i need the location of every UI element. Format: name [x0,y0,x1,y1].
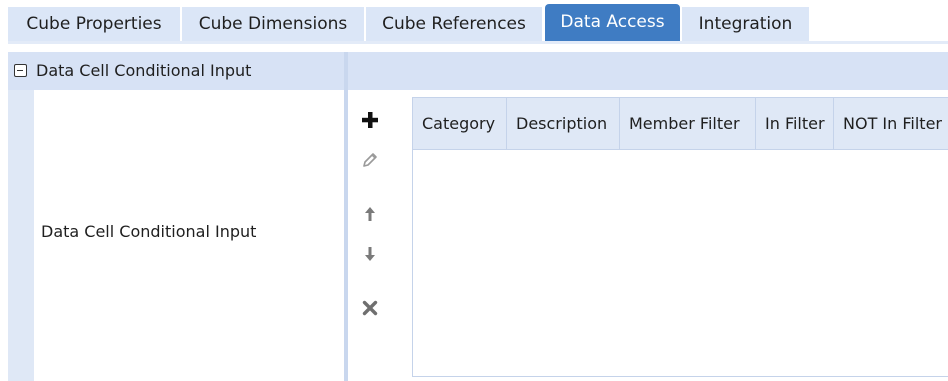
panel-divider[interactable] [344,52,348,381]
section-title: Data Cell Conditional Input [36,61,252,80]
delete-icon[interactable] [360,298,380,318]
column-header-category[interactable]: Category [413,98,507,149]
collapse-icon[interactable] [14,64,27,77]
pencil-icon[interactable] [360,150,380,170]
column-header-member-filter[interactable]: Member Filter [620,98,756,149]
conditional-input-grid[interactable]: Category Description Member Filter In Fi… [412,97,948,377]
column-header-description[interactable]: Description [507,98,620,149]
section-header[interactable]: Data Cell Conditional Input [8,52,948,90]
tab-bar: Cube Properties Cube Dimensions Cube Ref… [0,0,948,44]
grid-header: Category Description Member Filter In Fi… [413,98,948,150]
tab-data-access[interactable]: Data Access [545,4,680,42]
tab-integration[interactable]: Integration [682,7,809,41]
tab-cube-dimensions[interactable]: Cube Dimensions [182,7,364,41]
column-header-in-filter[interactable]: In Filter [756,98,834,149]
tab-cube-references[interactable]: Cube References [366,7,542,41]
column-header-not-in-filter[interactable]: NOT In Filter [834,98,948,149]
property-label: Data Cell Conditional Input [41,222,257,241]
tab-underline [8,41,948,44]
tab-cube-properties[interactable]: Cube Properties [8,7,180,41]
add-icon[interactable] [360,110,380,130]
section-left-strip [8,90,34,381]
arrow-up-icon[interactable] [360,204,380,224]
arrow-down-icon[interactable] [360,244,380,264]
